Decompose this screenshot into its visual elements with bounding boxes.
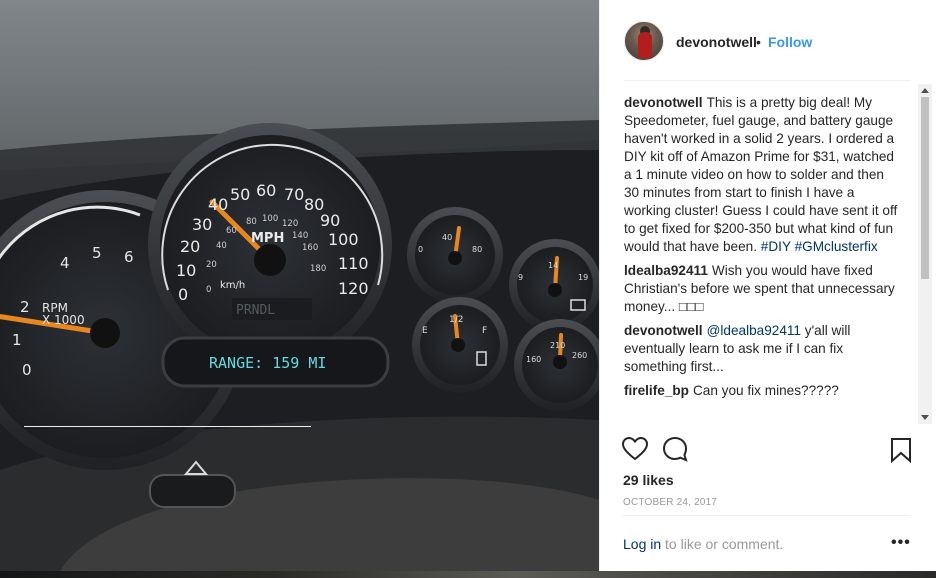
mph-text: MPH — [251, 231, 284, 246]
tach-label-0: 0 — [22, 361, 32, 379]
fuel-f: F — [482, 326, 487, 336]
fuel-gauge — [412, 297, 508, 393]
mph-50: 50 — [230, 185, 250, 204]
temp-210: 210 — [550, 341, 565, 350]
comments-scrollbar[interactable] — [918, 84, 932, 424]
kmh-0: 0 — [206, 285, 211, 295]
heart-icon[interactable] — [622, 437, 648, 461]
mph-30: 30 — [192, 215, 212, 234]
tach-label-2: 2 — [20, 298, 30, 316]
header-divider — [624, 80, 911, 81]
comment-item: firelife_bp Can you fix mines????? — [624, 382, 902, 400]
comment-username[interactable]: devonotwell — [624, 95, 703, 110]
bookmark-icon[interactable] — [890, 437, 912, 463]
mph-100: 100 — [328, 230, 359, 249]
page-background-strip — [0, 571, 936, 578]
scroll-up-arrow-icon[interactable] — [921, 88, 929, 93]
footer-divider — [623, 515, 910, 516]
volt-14: 14 — [548, 261, 558, 270]
hashtag-link[interactable]: #GMclusterfix — [795, 239, 878, 254]
tach-label-5: 5 — [92, 244, 102, 262]
oil-80: 80 — [472, 245, 482, 254]
mph-20: 20 — [180, 237, 200, 256]
post-date: OCTOBER 24, 2017 — [623, 497, 718, 508]
scroll-down-arrow-icon[interactable] — [921, 415, 929, 420]
fuel-e: E — [422, 326, 428, 336]
mph-40: 40 — [208, 195, 228, 214]
volt-9: 9 — [518, 273, 523, 282]
login-link[interactable]: Log in — [623, 536, 661, 552]
kmh-180: 180 — [310, 264, 326, 274]
scroll-thumb[interactable] — [921, 97, 929, 279]
avatar[interactable] — [624, 21, 664, 61]
kmh-100: 100 — [262, 214, 278, 224]
oil-40: 40 — [442, 233, 452, 242]
kmh-120: 120 — [282, 219, 298, 229]
voltmeter-gauge — [509, 239, 599, 331]
avatar-figure — [638, 32, 652, 58]
hazard-button — [149, 474, 236, 508]
likes-count[interactable]: 29 likes — [623, 472, 674, 488]
comments-list: devonotwell This is a pretty big deal! My… — [624, 94, 902, 424]
dashboard-cluster-image: 0 1 2 4 5 6 RPM X 1000 0 10 20 30 40 50 … — [0, 0, 599, 571]
kmh-40: 40 — [216, 241, 227, 251]
mph-60: 60 — [256, 181, 276, 200]
kmh-80: 80 — [246, 217, 257, 227]
temp-160: 160 — [526, 355, 541, 364]
comment-item: ldealba92411 Wish you would have fixed Ch… — [624, 262, 902, 316]
kmh-60: 60 — [226, 226, 237, 236]
comment-text: This is a pretty big deal! My Speedomete… — [624, 95, 898, 254]
hashtag-link[interactable]: #DIY — [761, 239, 791, 254]
kmh-140: 140 — [292, 231, 308, 241]
post-header: devonotwell • Follow — [600, 0, 936, 81]
comment-item: devonotwell @ldealba92411 y'all will even… — [624, 322, 902, 376]
tach-label-4: 4 — [60, 254, 70, 272]
more-options-icon[interactable]: ••• — [891, 534, 911, 552]
oil-pressure-gauge — [407, 207, 503, 303]
header-separator: • — [756, 34, 761, 50]
mph-90: 90 — [320, 211, 340, 230]
mention-link[interactable]: @ldealba92411 — [707, 323, 801, 338]
caption-comment: devonotwell This is a pretty big deal! My… — [624, 94, 902, 256]
tach-label-6: 6 — [124, 248, 134, 266]
follow-button[interactable]: Follow — [768, 34, 812, 50]
oil-0: 0 — [418, 245, 423, 254]
speech-bubble-icon[interactable] — [662, 436, 688, 462]
actions-divider — [24, 426, 311, 427]
comment-username[interactable]: devonotwell — [624, 323, 703, 338]
header-username[interactable]: devonotwell — [676, 34, 757, 50]
volt-19: 19 — [578, 273, 588, 282]
login-prompt-text: to like or comment. — [661, 536, 784, 552]
gear-indicator: PRNDL — [236, 303, 275, 318]
temp-260: 260 — [572, 351, 587, 360]
range-readout: RANGE: 159 MI — [209, 354, 326, 372]
mph-70: 70 — [284, 185, 304, 204]
login-prompt: Log in to like or comment. — [623, 536, 783, 552]
mph-0: 0 — [178, 285, 188, 304]
fuel-half: 1/2 — [449, 315, 463, 325]
tach-x1000-text: X 1000 — [42, 313, 85, 327]
mph-10: 10 — [176, 261, 196, 280]
kmh-160: 160 — [302, 243, 318, 253]
comment-text: Can you fix mines????? — [692, 383, 839, 398]
kmh-text: km/h — [220, 280, 245, 291]
mph-120: 120 — [338, 279, 369, 298]
comment-username[interactable]: ldealba92411 — [624, 263, 708, 278]
mph-110: 110 — [338, 254, 369, 273]
comment-username[interactable]: firelife_bp — [624, 383, 689, 398]
tach-label-1: 1 — [12, 331, 22, 349]
kmh-20: 20 — [206, 260, 217, 270]
post-photo: 0 1 2 4 5 6 RPM X 1000 0 10 20 30 40 50 … — [0, 0, 599, 571]
